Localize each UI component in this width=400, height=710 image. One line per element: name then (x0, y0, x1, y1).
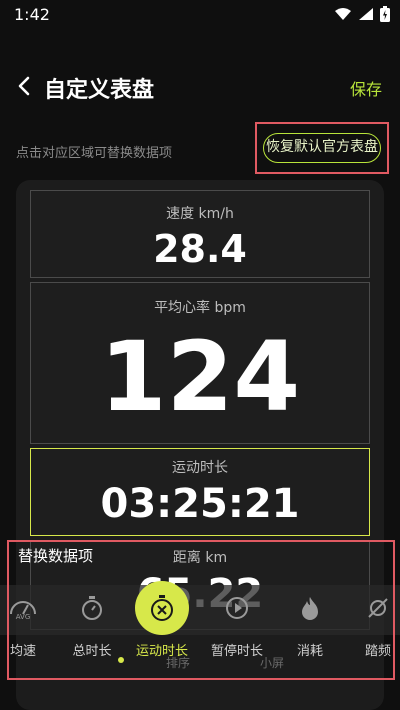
stopwatch-icon (70, 586, 114, 630)
back-arrow-icon[interactable] (14, 72, 36, 100)
replace-item-list: AVG 均速 总时长 运动时长 暂停时长 消耗 踏频 (0, 578, 400, 659)
cell-value: 28.4 (153, 227, 247, 271)
running-stopwatch-icon (135, 581, 189, 635)
small-screen-button[interactable]: 小屏 (260, 654, 284, 671)
replace-item-cadence[interactable]: 踏频 (346, 578, 400, 659)
replace-item-calories[interactable]: 消耗 (278, 578, 342, 659)
replace-item-exercise-duration[interactable]: 运动时长 (130, 578, 194, 659)
data-cell-duration[interactable]: 运动时长 03:25:21 (30, 448, 370, 536)
data-cell-heart-rate[interactable]: 平均心率 bpm 124 (30, 282, 370, 444)
replace-item-pause-duration[interactable]: 暂停时长 (205, 578, 269, 659)
replace-item-total-duration[interactable]: 总时长 (60, 578, 124, 659)
svg-text:AVG: AVG (16, 613, 31, 620)
replace-item-label: 踏频 (364, 644, 391, 659)
avg-speed-icon: AVG (1, 586, 45, 630)
save-button[interactable]: 保存 (350, 76, 382, 100)
data-cell-speed[interactable]: 速度 km/h 28.4 (30, 190, 370, 278)
replace-item-label: 均速 (9, 644, 36, 659)
cell-value: 124 (99, 321, 301, 433)
cell-label: 运动时长 (172, 460, 228, 476)
battery-icon (380, 6, 390, 22)
cell-value: 03:25:21 (100, 481, 300, 527)
signal-icon (359, 8, 373, 20)
cadence-icon (356, 586, 400, 630)
sort-button[interactable]: 排序 (166, 654, 190, 671)
page-title: 自定义表盘 (44, 78, 155, 103)
flame-icon (288, 586, 332, 630)
cell-label: 平均心率 bpm (154, 300, 246, 316)
hint-text: 点击对应区域可替换数据项 (16, 146, 173, 161)
cell-label: 速度 km/h (166, 206, 234, 222)
wifi-icon (335, 8, 351, 20)
restore-default-button[interactable]: 恢复默认官方表盘 (263, 133, 381, 163)
bottom-actions: 排序 小屏 (100, 654, 310, 674)
header: 自定义表盘 保存 (0, 66, 400, 110)
replace-item-avg-speed[interactable]: AVG 均速 (0, 578, 55, 659)
status-bar: 1:42 (0, 0, 400, 30)
status-time: 1:42 (14, 5, 50, 24)
pause-play-icon (215, 586, 259, 630)
status-icons (334, 6, 390, 22)
replace-panel-title: 替换数据项 (18, 547, 94, 565)
